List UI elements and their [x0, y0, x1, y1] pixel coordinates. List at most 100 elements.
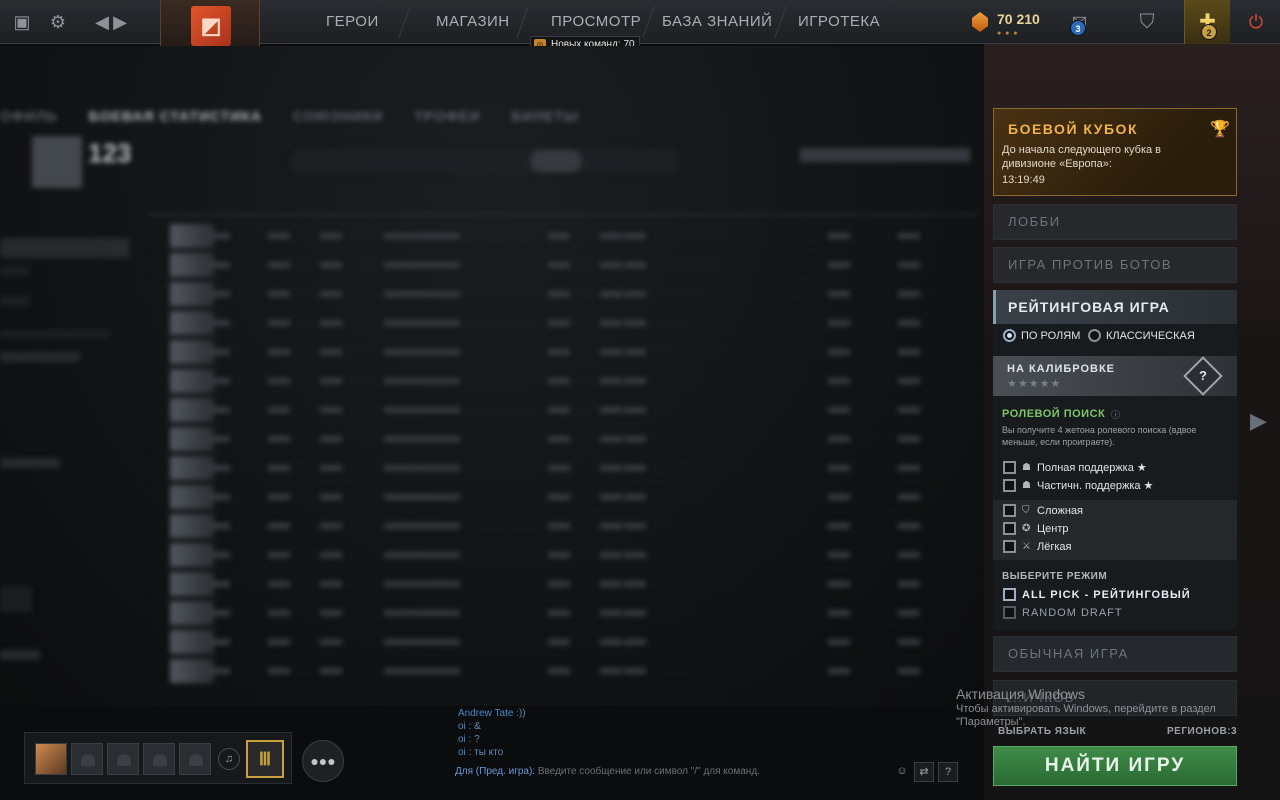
rank-medal-icon: ?: [1183, 356, 1223, 396]
blurred-cell: [898, 320, 920, 326]
home-tab[interactable]: ◩: [160, 0, 260, 52]
table-row[interactable]: [148, 628, 978, 656]
panel-expand-arrow-icon[interactable]: ▶: [1250, 408, 1267, 434]
battlepass-count-badge: 2: [1201, 24, 1217, 40]
blurred-cell: [898, 262, 920, 268]
gear-icon[interactable]: ⚙: [46, 10, 70, 34]
table-row[interactable]: [148, 483, 978, 511]
blurred-cell: [898, 378, 920, 384]
mode-random-draft-checkbox[interactable]: RANDOM DRAFT: [1003, 606, 1123, 620]
ranked-title[interactable]: РЕЙТИНГОВАЯ ИГРА: [993, 290, 1237, 324]
party-slot[interactable]: [107, 743, 139, 775]
role-mid-checkbox[interactable]: ✪ Центр: [1003, 522, 1069, 536]
party-slot[interactable]: [143, 743, 175, 775]
table-row[interactable]: [148, 367, 978, 395]
chat-wheel-icon[interactable]: ⇄: [914, 762, 934, 782]
blurred-cell: [624, 668, 646, 674]
table-row[interactable]: [148, 657, 978, 685]
blurred-cell: [548, 639, 570, 645]
chat-channel[interactable]: Для (Пред. игра):: [455, 766, 535, 777]
help-icon[interactable]: ?: [938, 762, 958, 782]
period-filter-selected[interactable]: [530, 150, 582, 172]
role-hard-support-checkbox[interactable]: ☗ Полная поддержка ★: [1003, 461, 1147, 475]
period-filter[interactable]: [290, 148, 680, 174]
blurred-cell: [268, 407, 290, 413]
profile-summary-row: 123: [0, 136, 984, 191]
nav-heroes[interactable]: ГЕРОИ: [326, 0, 379, 44]
select-language-link[interactable]: ВЫБРАТЬ ЯЗЫК: [998, 726, 1086, 737]
breadcrumb-tickets[interactable]: БИЛЕТЫ: [511, 108, 579, 124]
rank-medal-icon[interactable]: Ⅲ: [246, 740, 284, 778]
mode-label: RANDOM DRAFT: [1022, 607, 1123, 619]
lobby-button[interactable]: ЛОББИ: [993, 204, 1237, 240]
normal-game-button[interactable]: ОБЫЧНАЯ ИГРА: [993, 636, 1237, 672]
battle-cup-card[interactable]: БОЕВОЙ КУБОК 🏆 До начала следующего кубк…: [993, 108, 1237, 196]
sidebar-item[interactable]: [0, 586, 32, 612]
chat-author[interactable]: oi: [458, 734, 466, 745]
table-row[interactable]: [148, 251, 978, 279]
mail-icon[interactable]: ✉ 3: [1070, 12, 1104, 36]
mode-all-pick-checkbox[interactable]: ALL PICK - РЕЙТИНГОВЫЙ: [1003, 588, 1191, 602]
table-row[interactable]: [148, 541, 978, 569]
party-slot[interactable]: [179, 743, 211, 775]
sidebar-item[interactable]: [0, 458, 60, 468]
breadcrumb-stats[interactable]: БОЕВАЯ СТАТИСТИКА: [89, 108, 262, 124]
mode-label: ALL PICK - РЕЙТИНГОВЫЙ: [1022, 589, 1191, 601]
winrate-bar: [384, 436, 460, 442]
breadcrumb-allies[interactable]: СОЮЗНИКИ: [293, 108, 384, 124]
table-row[interactable]: [148, 280, 978, 308]
role-label: Полная поддержка ★: [1037, 462, 1147, 474]
battlepass-button[interactable]: ✚ 2: [1184, 0, 1230, 44]
sidebar-item[interactable]: [0, 296, 30, 306]
checkbox-box: [1003, 588, 1016, 601]
by-roles-radio[interactable]: ПО РОЛЯМ: [1003, 328, 1080, 344]
regions-link[interactable]: РЕГИОНОВ:3: [1167, 726, 1237, 737]
table-row[interactable]: [148, 425, 978, 453]
sidebar-item[interactable]: [0, 650, 40, 660]
info-icon[interactable]: ⓘ: [1111, 408, 1120, 421]
power-icon[interactable]: ⏻: [1240, 6, 1272, 38]
chat-author[interactable]: Andrew Tate: [458, 708, 513, 719]
blurred-cell: [320, 262, 342, 268]
table-row[interactable]: [148, 338, 978, 366]
role-offlane-checkbox[interactable]: ⛉ Сложная: [1003, 504, 1083, 518]
bot-match-button[interactable]: ИГРА ПРОТИВ БОТОВ: [993, 247, 1237, 283]
rank-medal-text: ?: [1199, 368, 1207, 383]
table-row[interactable]: [148, 599, 978, 627]
chat-author[interactable]: oi: [458, 721, 466, 732]
forward-arrow-icon[interactable]: ▶: [108, 10, 132, 34]
emoji-icon[interactable]: ☺: [892, 762, 912, 782]
sidebar-item[interactable]: [0, 266, 30, 276]
dota-menu-icon[interactable]: ▣: [10, 10, 34, 34]
sidebar-item[interactable]: [0, 352, 80, 362]
avatar[interactable]: [35, 743, 67, 775]
winrate-bar: [384, 552, 460, 558]
chat-input[interactable]: Для (Пред. игра): Введите сообщение или …: [455, 766, 760, 777]
group-icon[interactable]: ●●●: [302, 740, 344, 782]
chat-author[interactable]: oi: [458, 747, 466, 758]
role-soft-support-checkbox[interactable]: ☗ Частичн. поддержка ★: [1003, 479, 1153, 493]
blurred-cell: [898, 668, 920, 674]
blurred-cell: [898, 581, 920, 587]
windows-activation-title: Активация Windows: [956, 686, 1086, 702]
classic-radio[interactable]: КЛАССИЧЕСКАЯ: [1088, 328, 1195, 344]
armory-icon[interactable]: ⛉: [1132, 8, 1162, 36]
party-slot[interactable]: [71, 743, 103, 775]
table-row[interactable]: [148, 570, 978, 598]
role-safelane-checkbox[interactable]: ⚔ Лёгкая: [1003, 540, 1071, 554]
table-row[interactable]: [148, 309, 978, 337]
table-row[interactable]: [148, 396, 978, 424]
headset-icon[interactable]: ♫: [218, 748, 240, 770]
nav-arcade[interactable]: ИГРОТЕКА: [798, 0, 880, 44]
sidebar-item[interactable]: [0, 238, 130, 258]
blurred-cell: [828, 523, 850, 529]
breadcrumb-trophies[interactable]: ТРОФЕИ: [414, 108, 480, 124]
blurred-cell: [268, 581, 290, 587]
table-row[interactable]: [148, 222, 978, 250]
nav-learn[interactable]: БАЗА ЗНАНИЙ: [662, 0, 772, 44]
find-game-button[interactable]: НАЙТИ ИГРУ: [993, 746, 1237, 786]
breadcrumb-profile[interactable]: ОФИЛЬ: [0, 108, 58, 124]
nav-store[interactable]: МАГАЗИН: [436, 0, 510, 44]
table-row[interactable]: [148, 512, 978, 540]
table-row[interactable]: [148, 454, 978, 482]
